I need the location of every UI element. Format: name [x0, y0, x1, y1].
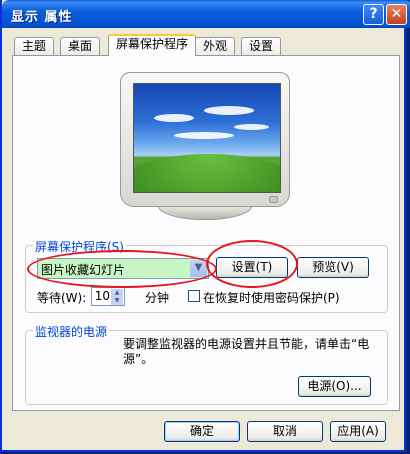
window-title: 显示 属性 — [11, 10, 73, 25]
spin-down-icon[interactable]: ▼ — [111, 297, 123, 305]
monitor-preview — [120, 72, 290, 222]
annotation-circle-settings — [206, 240, 298, 288]
monitor-bezel — [120, 72, 290, 207]
help-button[interactable]: ? — [363, 4, 384, 25]
annotation-circle-select — [27, 250, 217, 288]
tab-screensaver[interactable]: 屏幕保护程序 — [108, 34, 197, 56]
spin-up-icon[interactable]: ▲ — [111, 289, 123, 297]
preview-screen — [133, 83, 281, 193]
apply-button[interactable]: 应用(A) — [330, 421, 386, 442]
wait-spinner[interactable]: 10 ▲ ▼ — [91, 287, 125, 306]
tab-appearance[interactable]: 外观 — [195, 37, 236, 55]
ok-button[interactable]: 确定 — [164, 421, 240, 442]
green-hill — [134, 154, 280, 192]
close-button[interactable]: ✕ — [386, 4, 407, 25]
power-description: 要调整监视器的电源设置并且节能，请单击“电源”。 — [123, 337, 370, 366]
tab-desktop[interactable]: 桌面 — [60, 37, 101, 55]
tab-themes[interactable]: 主题 — [14, 37, 55, 55]
cancel-button[interactable]: 取消 — [247, 421, 323, 442]
preview-button[interactable]: 预览(V) — [297, 257, 369, 278]
tab-settings[interactable]: 设置 — [241, 37, 282, 55]
wait-value: 10 — [94, 289, 110, 303]
power-group-label: 监视器的电源 — [33, 323, 110, 340]
display-properties-window: 显示 属性 ? ✕ 主题 桌面 屏幕保护程序 外观 设置 屏幕保护程序(S) 图… — [0, 0, 410, 452]
wait-unit: 分钟 — [145, 291, 170, 305]
monitor-stand — [158, 206, 252, 220]
title-bar[interactable]: 显示 属性 ? ✕ — [2, 0, 410, 28]
power-button[interactable]: 电源(O)... — [298, 376, 371, 397]
wait-label: 等待(W): — [37, 291, 87, 305]
password-checkbox[interactable] — [188, 290, 200, 302]
password-label[interactable]: 在恢复时使用密码保护(P) — [203, 289, 340, 306]
monitor-power-led — [269, 196, 278, 203]
